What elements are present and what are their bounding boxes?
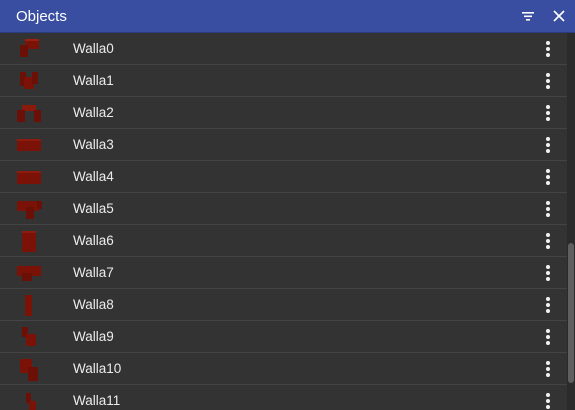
object-thumbnail xyxy=(12,35,46,63)
filter-icon[interactable] xyxy=(519,7,537,25)
object-name: Walla9 xyxy=(73,329,114,344)
more-vertical-icon[interactable] xyxy=(540,392,556,410)
list-item[interactable]: Walla9 xyxy=(0,321,567,353)
close-icon[interactable] xyxy=(550,7,568,25)
list-item[interactable]: Walla10 xyxy=(0,353,567,385)
panel-title: Objects xyxy=(16,8,67,25)
object-name: Walla11 xyxy=(73,393,121,408)
object-thumbnail xyxy=(12,227,46,255)
objects-list: Walla0 Walla1 Walla2 Walla3 Walla4 Walla… xyxy=(0,33,567,410)
object-name: Walla6 xyxy=(73,233,114,248)
scrollbar-thumb[interactable] xyxy=(568,243,574,383)
more-vertical-icon[interactable] xyxy=(540,200,556,218)
object-name: Walla5 xyxy=(73,201,114,216)
list-item[interactable]: Walla2 xyxy=(0,97,567,129)
list-item[interactable]: Walla5 xyxy=(0,193,567,225)
object-thumbnail xyxy=(12,291,46,319)
object-thumbnail xyxy=(12,131,46,159)
object-name: Walla1 xyxy=(73,73,114,88)
more-vertical-icon[interactable] xyxy=(540,40,556,58)
object-name: Walla0 xyxy=(73,41,114,56)
list-item[interactable]: Walla4 xyxy=(0,161,567,193)
object-name: Walla8 xyxy=(73,297,114,312)
objects-panel: Objects Walla0 Walla1 Walla2 Walla3 Wall… xyxy=(0,0,575,410)
list-item[interactable]: Walla7 xyxy=(0,257,567,289)
object-name: Walla10 xyxy=(73,361,122,376)
object-thumbnail xyxy=(12,355,46,383)
more-vertical-icon[interactable] xyxy=(540,72,556,90)
list-item[interactable]: Walla8 xyxy=(0,289,567,321)
list-item[interactable]: Walla11 xyxy=(0,385,567,410)
object-thumbnail xyxy=(12,259,46,287)
more-vertical-icon[interactable] xyxy=(540,296,556,314)
object-thumbnail xyxy=(12,163,46,191)
more-vertical-icon[interactable] xyxy=(540,264,556,282)
more-vertical-icon[interactable] xyxy=(540,104,556,122)
more-vertical-icon[interactable] xyxy=(540,136,556,154)
more-vertical-icon[interactable] xyxy=(540,232,556,250)
object-thumbnail xyxy=(12,99,46,127)
object-name: Walla2 xyxy=(73,105,114,120)
object-thumbnail xyxy=(12,387,46,410)
list-scrollbar[interactable] xyxy=(567,33,575,410)
more-vertical-icon[interactable] xyxy=(540,168,556,186)
more-vertical-icon[interactable] xyxy=(540,328,556,346)
list-item[interactable]: Walla6 xyxy=(0,225,567,257)
more-vertical-icon[interactable] xyxy=(540,360,556,378)
object-name: Walla4 xyxy=(73,169,114,184)
list-item[interactable]: Walla1 xyxy=(0,65,567,97)
panel-header: Objects xyxy=(0,0,575,33)
object-name: Walla3 xyxy=(73,137,114,152)
object-thumbnail xyxy=(12,195,46,223)
list-item[interactable]: Walla3 xyxy=(0,129,567,161)
object-thumbnail xyxy=(12,323,46,351)
list-item[interactable]: Walla0 xyxy=(0,33,567,65)
object-thumbnail xyxy=(12,67,46,95)
object-name: Walla7 xyxy=(73,265,114,280)
